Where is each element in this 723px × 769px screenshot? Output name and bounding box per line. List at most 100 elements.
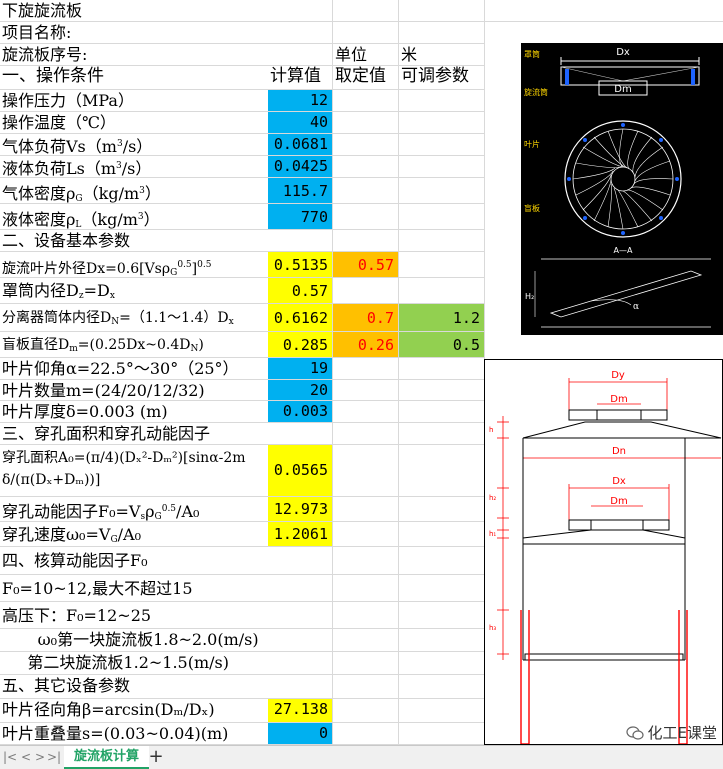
cell-d6[interactable] bbox=[399, 112, 485, 134]
cell-b26[interactable] bbox=[268, 629, 333, 652]
cell-a22[interactable]: 穿孔速度ω₀=VG/A₀ bbox=[0, 522, 268, 547]
cell-b25[interactable] bbox=[268, 602, 333, 629]
cell-c5[interactable] bbox=[333, 90, 399, 112]
cell-a27[interactable]: 第二块旋流板1.2~1.5(m/s) bbox=[0, 652, 268, 675]
swirl-plate-top-view-drawing[interactable]: Dx Dm 罩筒 旋流筒 叶片 盲板 A—A H₂ α bbox=[521, 43, 723, 335]
cell-b7[interactable]: 0.0681 bbox=[268, 134, 333, 156]
cell-b18[interactable]: 0.003 bbox=[268, 401, 333, 423]
cell-a10[interactable]: 液体密度ρL（kg/m3） bbox=[0, 204, 268, 230]
cell-c20[interactable] bbox=[333, 445, 399, 497]
cell-d1[interactable] bbox=[399, 0, 485, 22]
cell-b2[interactable] bbox=[268, 22, 333, 44]
cell-a23[interactable]: 四、核算动能因子F₀ bbox=[0, 547, 268, 575]
cell-b10[interactable]: 770 bbox=[268, 204, 333, 230]
cell-c6[interactable] bbox=[333, 112, 399, 134]
first-sheet-button[interactable]: |< bbox=[2, 749, 18, 765]
cell-d30[interactable] bbox=[399, 723, 485, 745]
cell-c21[interactable] bbox=[333, 497, 399, 522]
cell-a5[interactable]: 操作压力（MPa） bbox=[0, 90, 268, 112]
cell-d10[interactable] bbox=[399, 204, 485, 230]
cell-c7[interactable] bbox=[333, 134, 399, 156]
cell-c2[interactable] bbox=[333, 22, 399, 44]
cell-d24[interactable] bbox=[399, 575, 485, 602]
cell-a2[interactable]: 项目名称: bbox=[0, 22, 268, 44]
cell-a3[interactable]: 旋流板序号: bbox=[0, 44, 268, 66]
cell-c8[interactable] bbox=[333, 156, 399, 178]
cell-c23[interactable] bbox=[333, 547, 399, 575]
cell-b22[interactable]: 1.2061 bbox=[268, 522, 333, 547]
cell-d28[interactable] bbox=[399, 675, 485, 699]
cell-c29[interactable] bbox=[333, 699, 399, 723]
cell-c9[interactable] bbox=[333, 178, 399, 204]
cell-d29[interactable] bbox=[399, 699, 485, 723]
cell-b3[interactable] bbox=[268, 44, 333, 66]
cell-e1[interactable] bbox=[485, 0, 723, 22]
cell-c15[interactable]: 0.26 bbox=[333, 332, 399, 358]
cell-c18[interactable] bbox=[333, 401, 399, 423]
cell-b27[interactable] bbox=[268, 652, 333, 675]
cell-a19[interactable]: 三、穿孔面积和穿孔动能因子 bbox=[0, 423, 268, 445]
cell-c10[interactable] bbox=[333, 204, 399, 230]
cell-d4[interactable]: 可调参数 bbox=[399, 66, 485, 90]
cell-d27[interactable] bbox=[399, 652, 485, 675]
add-sheet-button[interactable]: + bbox=[146, 747, 166, 767]
cell-c30[interactable] bbox=[333, 723, 399, 745]
cell-d17[interactable] bbox=[399, 380, 485, 401]
cell-c4[interactable]: 取定值 bbox=[333, 66, 399, 90]
cell-a17[interactable]: 叶片数量m=(24/20/12/32) bbox=[0, 380, 268, 401]
cell-a26[interactable]: ω₀第一块旋流板1.8~2.0(m/s) bbox=[0, 629, 268, 652]
cell-a29[interactable]: 叶片径向角β=arcsin(Dₘ/Dₓ) bbox=[0, 699, 268, 723]
cell-a21[interactable]: 穿孔动能因子F₀=VsρG0.5/A₀ bbox=[0, 497, 268, 522]
cell-d26[interactable] bbox=[399, 629, 485, 652]
cell-a4[interactable]: 一、操作条件 bbox=[0, 66, 268, 90]
sheet-tab-active[interactable]: 旋流板计算 bbox=[64, 746, 150, 769]
cell-a7[interactable]: 气体负荷Vs（m3/s） bbox=[0, 134, 268, 156]
cell-b29[interactable]: 27.138 bbox=[268, 699, 333, 723]
cell-a14[interactable]: 分离器筒体内径DN=（1.1～1.4）Dx bbox=[0, 304, 268, 332]
cell-d9[interactable] bbox=[399, 178, 485, 204]
cell-a9[interactable]: 气体密度ρG（kg/m3） bbox=[0, 178, 268, 204]
cell-b14[interactable]: 0.6162 bbox=[268, 304, 333, 332]
cell-c28[interactable] bbox=[333, 675, 399, 699]
cell-a24[interactable]: F₀=10~12,最大不超过15 bbox=[0, 575, 268, 602]
separator-elevation-drawing[interactable]: Dy Dm Dn Dx Dm h h₁ h₂ h₃ bbox=[484, 359, 723, 745]
cell-d22[interactable] bbox=[399, 522, 485, 547]
cell-b13[interactable]: 0.57 bbox=[268, 278, 333, 304]
cell-c27[interactable] bbox=[333, 652, 399, 675]
cell-b23[interactable] bbox=[268, 547, 333, 575]
last-sheet-button[interactable]: >| bbox=[46, 749, 62, 765]
cell-d5[interactable] bbox=[399, 90, 485, 112]
cell-b12[interactable]: 0.5135 bbox=[268, 252, 333, 278]
cell-a15[interactable]: 盲板直径Dm=(0.25Dx~0.4DN) bbox=[0, 332, 268, 358]
cell-b15[interactable]: 0.285 bbox=[268, 332, 333, 358]
cell-d12[interactable] bbox=[399, 252, 485, 278]
cell-d14[interactable]: 1.2 bbox=[399, 304, 485, 332]
cell-b20[interactable]: 0.0565 bbox=[268, 445, 333, 497]
cell-a18[interactable]: 叶片厚度δ=0.003 (m) bbox=[0, 401, 268, 423]
cell-b9[interactable]: 115.7 bbox=[268, 178, 333, 204]
cell-a25[interactable]: 高压下：F₀=12~25 bbox=[0, 602, 268, 629]
cell-b11[interactable] bbox=[268, 230, 333, 252]
cell-d25[interactable] bbox=[399, 602, 485, 629]
cell-d21[interactable] bbox=[399, 497, 485, 522]
cell-a28[interactable]: 五、其它设备参数 bbox=[0, 675, 268, 699]
cell-a20[interactable]: 穿孔面积A₀=(π/4)(Dₓ²-Dₘ²)[sinα-2m δ/(π(Dₓ+Dₘ)… bbox=[0, 445, 268, 497]
cell-c16[interactable] bbox=[333, 358, 399, 380]
cell-c26[interactable] bbox=[333, 629, 399, 652]
cell-c17[interactable] bbox=[333, 380, 399, 401]
cell-d11[interactable] bbox=[399, 230, 485, 252]
cell-a12[interactable]: 旋流叶片外径Dx=0.6[VsρG0.5]0.5 bbox=[0, 252, 268, 278]
cell-b16[interactable]: 19 bbox=[268, 358, 333, 380]
cell-d8[interactable] bbox=[399, 156, 485, 178]
cell-a13[interactable]: 罩筒内径Dz=Dx bbox=[0, 278, 268, 304]
cell-c19[interactable] bbox=[333, 423, 399, 445]
cell-b17[interactable]: 20 bbox=[268, 380, 333, 401]
cell-a16[interactable]: 叶片仰角α=22.5°～30°（25°） bbox=[0, 358, 268, 380]
cell-c11[interactable] bbox=[333, 230, 399, 252]
cell-c12[interactable]: 0.57 bbox=[333, 252, 399, 278]
cell-d19[interactable] bbox=[399, 423, 485, 445]
cell-a1[interactable]: 下旋旋流板 bbox=[0, 0, 268, 22]
cell-d23[interactable] bbox=[399, 547, 485, 575]
cell-b30[interactable]: 0 bbox=[268, 723, 333, 745]
cell-b5[interactable]: 12 bbox=[268, 90, 333, 112]
